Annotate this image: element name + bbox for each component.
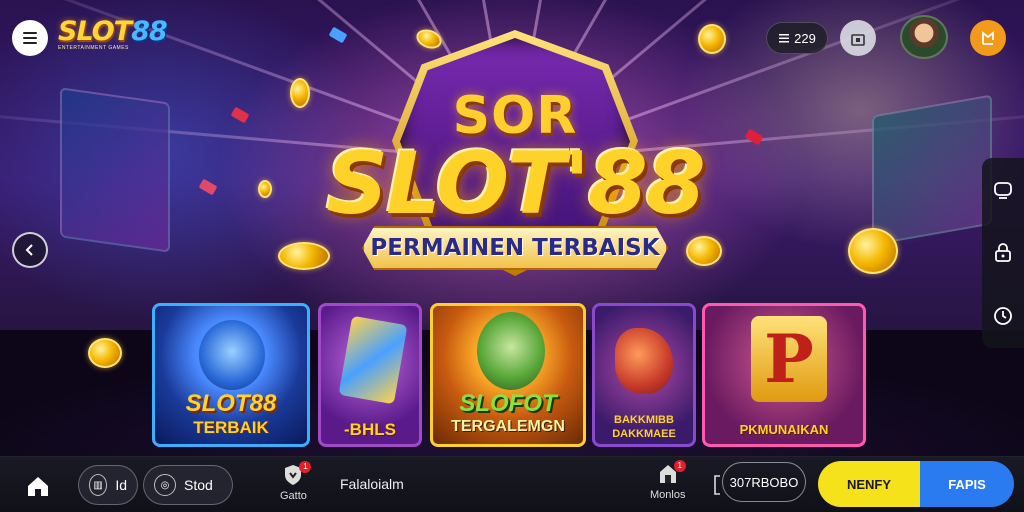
- crystal-art: [338, 315, 408, 405]
- list-icon: [779, 34, 790, 43]
- chat-icon[interactable]: [992, 179, 1014, 201]
- game-title: BAKKMIBB: [614, 414, 674, 426]
- game-subtitle: TERBAIK: [193, 418, 269, 437]
- hero-banner: SOR SLOT'88 PERMAINEN TERBAISK: [310, 22, 720, 292]
- secondary-cta-button[interactable]: FAPIS: [920, 461, 1014, 507]
- notification-badge: 1: [299, 461, 312, 473]
- side-toolbar: [982, 158, 1024, 348]
- game-subtitle: DAKKMAEE: [612, 428, 676, 440]
- globe-pill-text: Stod: [184, 477, 213, 493]
- cta-group: NENFY FAPIS: [818, 461, 1014, 507]
- globe-icon: ◎: [154, 474, 176, 496]
- lock-icon[interactable]: [992, 242, 1014, 264]
- wallet-icon: ▥: [89, 474, 108, 496]
- wallet-pill-text: Id: [115, 477, 127, 493]
- gift-button[interactable]: [840, 20, 876, 56]
- wallet-pill[interactable]: ▥ Id: [78, 465, 138, 505]
- back-button[interactable]: [12, 232, 48, 268]
- user-avatar[interactable]: [900, 15, 948, 59]
- menu-button[interactable]: [12, 20, 48, 56]
- bottom-center-text: Falaloialm: [340, 476, 404, 492]
- clock-icon[interactable]: [992, 305, 1014, 327]
- coin-decoration: [848, 228, 898, 274]
- hand-art: [615, 328, 673, 394]
- nav-label: Monlos: [650, 489, 686, 501]
- game-title: SLOT88: [185, 390, 277, 417]
- left-billboard: [60, 87, 170, 253]
- game-card[interactable]: SLOT88 TERBAIK: [152, 303, 310, 447]
- flag-button[interactable]: [970, 20, 1006, 56]
- right-billboard: [872, 94, 992, 246]
- chevron-left-icon: [25, 244, 33, 256]
- nav-gatto[interactable]: 1 Gatto: [280, 461, 312, 502]
- flag-icon: [982, 31, 994, 45]
- p-letter-art: P: [751, 316, 827, 402]
- game-title: PKMUNAIKAN: [739, 422, 829, 437]
- wildcat-mascot: [477, 312, 545, 390]
- game-card[interactable]: BAKKMIBB DAKKMAEE: [592, 303, 696, 447]
- hero-ribbon: PERMAINEN TERBAISK: [362, 226, 668, 270]
- tiger-mascot: [199, 320, 265, 390]
- game-title: -BHLS: [344, 420, 396, 439]
- globe-pill[interactable]: ◎ Stod: [143, 465, 233, 505]
- nav-label: Gatto: [280, 490, 307, 502]
- home-button[interactable]: [20, 471, 56, 501]
- coin-decoration: [88, 338, 122, 368]
- hamburger-icon: [23, 32, 37, 44]
- logo-text: SLOT88: [58, 16, 168, 47]
- game-card[interactable]: P PKMUNAIKAN: [702, 303, 866, 447]
- brand-logo[interactable]: SLOT88 ENTERTAINMENT GAMES: [58, 16, 168, 56]
- notification-badge: 1: [673, 460, 686, 472]
- coin-decoration: [258, 180, 272, 198]
- code-pill[interactable]: 307RBOBO: [722, 462, 806, 502]
- primary-cta-button[interactable]: NENFY: [818, 461, 920, 507]
- game-card[interactable]: -BHLS: [318, 303, 422, 447]
- game-title: SLOFOT: [459, 390, 557, 417]
- game-card[interactable]: SLOFOT TERGALEMGN: [430, 303, 586, 447]
- hero-subtitle: PERMAINEN TERBAISK: [370, 235, 660, 261]
- counter-value: 229: [794, 30, 816, 46]
- hero-title: SLOT'88: [326, 134, 705, 234]
- home-icon: [28, 477, 48, 496]
- game-subtitle: TERGALEMGN: [451, 418, 565, 435]
- counter-pill[interactable]: 229: [766, 22, 828, 54]
- gift-icon: [851, 34, 865, 46]
- nav-monlos[interactable]: 1 Monlos: [650, 460, 686, 501]
- coin-decoration: [290, 78, 310, 108]
